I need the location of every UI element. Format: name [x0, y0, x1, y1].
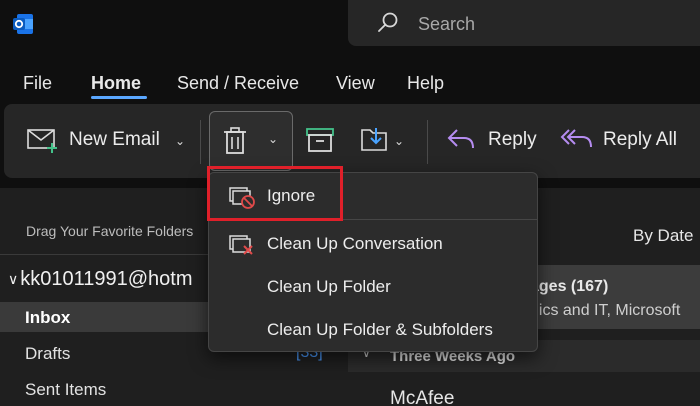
search-icon — [378, 12, 398, 32]
menu-item-clean-up-folder-label: Clean Up Folder — [267, 277, 391, 296]
message-preview: nics and IT, Microsoft — [530, 302, 681, 319]
tab-help[interactable]: Help — [407, 73, 444, 94]
title-bar: Search — [0, 0, 700, 52]
clean-up-conversation-icon — [229, 235, 253, 255]
reply-all-label: Reply All — [603, 129, 677, 150]
reply-all-icon — [560, 129, 592, 148]
tab-home[interactable]: Home — [91, 73, 141, 94]
ribbon-separator — [427, 120, 428, 164]
menu-item-clean-up-folder-subfolders-label: Clean Up Folder & Subfolders — [267, 320, 493, 339]
new-email-label: New Email — [69, 129, 160, 150]
tab-file[interactable]: File — [23, 73, 52, 94]
ribbon-separator — [200, 120, 201, 164]
favorites-hint: Drag Your Favorite Folders — [26, 223, 194, 239]
account-name: kk01011991@hotm — [20, 268, 193, 290]
message-title: ages (167) — [530, 278, 609, 295]
reply-label: Reply — [488, 129, 537, 150]
move-chevron-down-icon[interactable]: ⌄ — [394, 134, 404, 148]
tab-view[interactable]: View — [336, 73, 375, 94]
new-email-button[interactable]: New Email — [26, 126, 160, 154]
reply-button[interactable]: Reply — [446, 126, 537, 154]
new-email-icon — [27, 129, 57, 153]
active-tab-indicator — [91, 96, 147, 99]
search-box[interactable]: Search — [348, 0, 700, 46]
trash-icon — [224, 127, 246, 154]
ignore-highlight-box — [207, 166, 343, 221]
tab-send-receive[interactable]: Send / Receive — [177, 73, 299, 94]
new-email-chevron-down-icon[interactable]: ⌄ — [175, 134, 185, 148]
delete-button[interactable]: ⌄ — [209, 111, 293, 171]
account-folder[interactable]: ∨ kk01011991@hotm — [8, 268, 193, 291]
menu-item-clean-up-conversation-label: Clean Up Conversation — [267, 234, 443, 253]
folder-sent-items[interactable]: Sent Items — [25, 380, 106, 400]
menu-item-clean-up-folder[interactable]: Clean Up Folder — [209, 266, 537, 308]
chevron-down-icon[interactable]: ∨ — [8, 271, 18, 288]
delete-chevron-down-icon[interactable]: ⌄ — [268, 132, 278, 146]
outlook-logo — [13, 14, 33, 34]
archive-icon[interactable] — [305, 126, 335, 154]
menu-item-clean-up-folder-subfolders[interactable]: Clean Up Folder & Subfolders — [209, 309, 537, 351]
search-input[interactable]: Search — [418, 14, 475, 35]
folder-inbox[interactable]: Inbox — [25, 308, 70, 328]
message-sender[interactable]: McAfee — [390, 388, 454, 406]
move-to-folder-icon[interactable] — [360, 124, 390, 154]
reply-icon — [447, 129, 474, 149]
folder-drafts[interactable]: Drafts — [25, 344, 70, 364]
menu-item-clean-up-conversation[interactable]: Clean Up Conversation — [209, 223, 537, 265]
reply-all-button[interactable]: Reply All — [560, 126, 677, 154]
sort-by-date-button[interactable]: By Date — [633, 226, 693, 246]
